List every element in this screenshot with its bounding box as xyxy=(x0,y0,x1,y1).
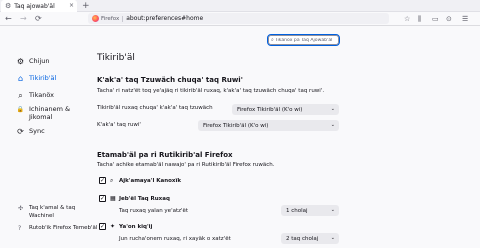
sidebar-item-label: Chijun xyxy=(29,57,50,65)
close-tab-icon[interactable]: × xyxy=(69,2,74,9)
url-text: about:preferences#home xyxy=(126,15,204,22)
grid-icon: ▦ xyxy=(110,195,116,202)
tab-preferences[interactable]: ⚙ Taq ajowab'äl × xyxy=(1,0,77,12)
sidebar-icon[interactable]: ▭ xyxy=(432,14,439,24)
select-value: Firefox Tikirib'äl (K'o wi) xyxy=(203,122,269,129)
highlights-rows-select[interactable]: 2 taq cholaj ⌄ xyxy=(281,233,339,244)
library-icon[interactable]: ⫼ xyxy=(418,14,421,24)
tab-strip: ⚙ Taq ajowab'äl × + xyxy=(0,0,480,12)
select-value: 1 cholaj xyxy=(286,207,308,214)
web-search-checkbox[interactable]: ✓ xyxy=(99,177,106,184)
chevron-down-icon: ⌄ xyxy=(330,106,335,112)
highlights-icon: ✦ xyxy=(110,223,116,230)
search-placeholder: Tikanöx pa Taq Ajowab'äl xyxy=(274,37,333,43)
sidebar-item-label: Ichinanem & Jikomal xyxy=(29,105,71,121)
lock-icon: 🔒 xyxy=(16,106,25,113)
highlights-label: Ya'on kiq'ij xyxy=(119,224,153,230)
identity-label: Firefox xyxy=(101,15,124,22)
menu-icon[interactable]: ☰ xyxy=(462,14,468,24)
section-description: Tacha' ri natz'ët toq ye'ajäq ri tikirib… xyxy=(97,88,325,94)
search-icon: ⌕ xyxy=(18,91,23,100)
sidebar-item-label: Sync xyxy=(29,127,45,135)
top-sites-checkbox[interactable]: ✓ xyxy=(99,195,106,202)
new-tabs-select[interactable]: Firefox Tikirib'äl (K'o wi) ⌄ xyxy=(198,120,339,131)
footer-link-label: Rutob'ik Firefox Temeb'äl xyxy=(29,225,98,231)
homepage-label: Tikirib'äl ruxaq chuqa' k'ak'a' taq tzuw… xyxy=(97,105,213,111)
account-icon[interactable]: ⊙ xyxy=(446,14,452,24)
select-value: Firefox Tikirib'äl (K'o wi) xyxy=(237,106,303,113)
home-icon: ⌂ xyxy=(17,74,24,83)
back-button[interactable]: ← xyxy=(5,13,12,25)
sidebar-item-privacy[interactable]: 🔒 Ichinanem & Jikomal xyxy=(16,105,70,121)
footer-link-label: Taq k'amal & taq Wachinel xyxy=(29,205,76,219)
chevron-down-icon: ⌄ xyxy=(330,122,335,128)
select-value: 2 taq cholaj xyxy=(286,235,319,242)
section-heading-home-content: Etamab'äl pa ri Rutikirib'al Firefox xyxy=(97,151,233,159)
top-sites-rows-label: Taq ruxaq yalan ye'atz'ët xyxy=(119,208,189,214)
homepage-select[interactable]: Firefox Tikirib'äl (K'o wi) ⌄ xyxy=(232,104,339,115)
sidebar-item-home[interactable]: ⌂ Tikirib'äl xyxy=(16,74,56,83)
top-sites-rows-select[interactable]: 1 cholaj ⌄ xyxy=(281,205,339,216)
navigation-toolbar: ← → ⟳ Firefox about:preferences#home ☆ ⫼… xyxy=(0,12,480,26)
tab-title: Taq ajowab'äl xyxy=(14,2,55,10)
preferences-search-input[interactable]: ⌕ Tikanöx pa Taq Ajowab'äl xyxy=(267,34,340,46)
url-bar[interactable]: Firefox about:preferences#home xyxy=(88,13,389,24)
reload-button[interactable]: ⟳ xyxy=(35,13,42,25)
gear-icon: ⚙ xyxy=(16,57,25,66)
sidebar-item-search[interactable]: ⌕ Tikanöx xyxy=(16,91,54,100)
highlights-rows-label: Jun rucha'onem ruxaq, ri xayäk o xatz'ët xyxy=(119,236,231,242)
forward-button[interactable]: → xyxy=(20,13,27,25)
extensions-themes-link[interactable]: ✣ Taq k'amal & taq Wachinel xyxy=(18,205,75,220)
search-icon: ⌕ xyxy=(110,177,114,184)
search-icon: ⌕ xyxy=(271,37,274,43)
highlights-checkbox[interactable]: ✓ xyxy=(99,223,106,230)
firefox-support-link[interactable]: ? Rutob'ik Firefox Temeb'äl xyxy=(18,225,97,233)
sidebar-item-label: Tikirib'äl xyxy=(29,74,57,82)
section-description: Tacha' achike etamab'äl nawajo' pa ri Ru… xyxy=(97,162,275,168)
chevron-down-icon: ⌄ xyxy=(330,235,335,241)
new-tabs-label: K'ak'a' taq ruwi' xyxy=(97,122,141,128)
bookmark-star-icon[interactable]: ☆ xyxy=(404,14,410,24)
puzzle-icon: ✣ xyxy=(18,205,24,212)
sync-icon: ⟳ xyxy=(17,127,24,136)
gear-icon: ⚙ xyxy=(5,2,12,10)
firefox-logo-icon xyxy=(92,15,99,22)
page-title: Tikirib'äl xyxy=(97,53,135,63)
sidebar-item-label: Tikanöx xyxy=(29,91,54,99)
top-sites-label: Jeb'ël Taq Ruxaq xyxy=(119,196,170,202)
section-heading-new-windows: K'ak'a' taq Tzuwäch chuqa' taq Ruwi' xyxy=(97,76,243,84)
help-icon: ? xyxy=(18,225,22,232)
chevron-down-icon: ⌄ xyxy=(330,207,335,213)
web-search-label: Ajk'amaya'l Kanoxïk xyxy=(119,178,182,184)
new-tab-button[interactable]: + xyxy=(82,1,90,11)
sidebar-item-general[interactable]: ⚙ Chijun xyxy=(16,57,50,66)
sidebar-item-sync[interactable]: ⟳ Sync xyxy=(16,127,45,136)
